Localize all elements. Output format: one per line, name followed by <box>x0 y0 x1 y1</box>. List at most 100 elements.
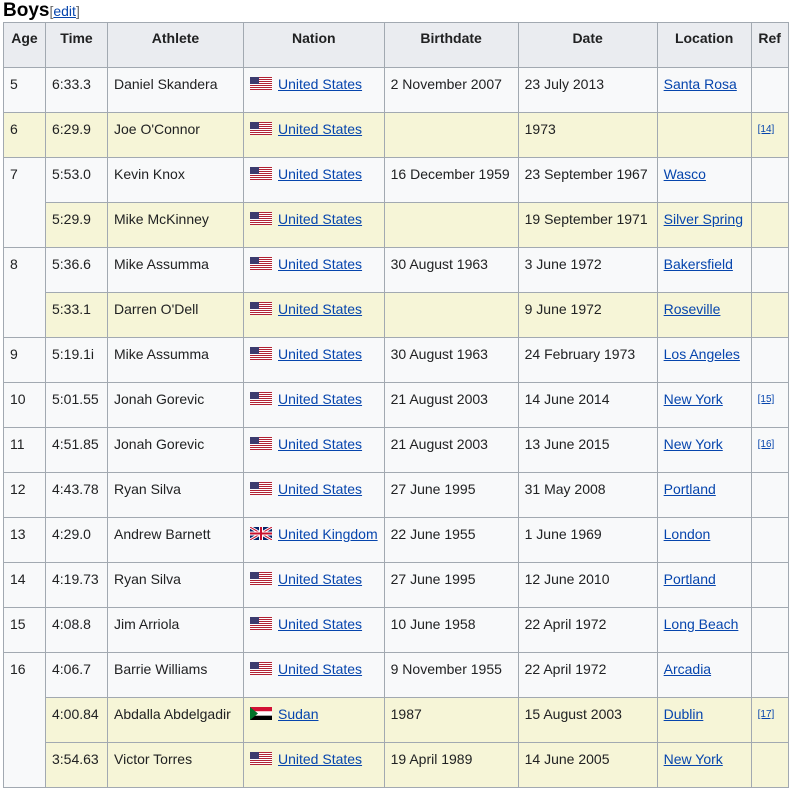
time-cell: 4:43.78 <box>45 472 108 518</box>
us-flag-icon <box>250 662 272 675</box>
ref-cell <box>750 202 789 248</box>
nation-cell: United States <box>243 382 385 428</box>
nation-link[interactable]: United States <box>278 481 362 497</box>
nation-cell: United States <box>243 607 385 653</box>
location-cell-link[interactable]: Portland <box>664 571 716 587</box>
nation-cell: United States <box>243 427 385 473</box>
nation-link[interactable]: United States <box>278 571 362 587</box>
date-cell: 15 August 2003 <box>517 697 658 743</box>
location-cell-link[interactable]: Wasco <box>664 166 706 182</box>
time-cell: 5:01.55 <box>45 382 108 428</box>
location-cell-link[interactable]: Silver Spring <box>664 211 743 227</box>
location-cell: Dublin <box>656 697 752 743</box>
table-row: 6 6:29.9 Joe O'Connor United States 1973 [14] <box>3 112 789 158</box>
us-flag-icon <box>250 617 272 630</box>
location-cell-link[interactable]: New York <box>664 436 723 452</box>
section-heading: Boys <box>3 0 50 21</box>
location-cell-link[interactable]: Roseville <box>664 301 721 317</box>
column-header-location: Location <box>656 22 752 68</box>
athlete-cell: Jonah Gorevic <box>107 427 244 473</box>
nation-link[interactable]: United States <box>278 751 362 767</box>
table-row: 4:00.84 Abdalla Abdelgadir Sudan 1987 15 Aug… <box>4 697 789 743</box>
column-header-athlete: Athlete <box>107 22 244 68</box>
citation-link[interactable]: [14] <box>758 124 775 135</box>
column-header-nation: Nation <box>243 22 385 68</box>
location-cell: London <box>656 517 752 563</box>
age-cell: 6 <box>3 112 46 158</box>
table-row: 14 4:19.73 Ryan Silva United States 27 June … <box>3 562 789 608</box>
edit-link[interactable]: edit <box>53 3 76 19</box>
date-cell: 14 June 2014 <box>517 382 658 428</box>
location-cell: Long Beach <box>656 607 752 653</box>
location-cell-link[interactable]: London <box>664 526 711 542</box>
location-cell-link[interactable]: Bakersfield <box>664 256 733 272</box>
citation-link[interactable]: [17] <box>758 709 775 720</box>
athlete-cell: Victor Torres <box>107 742 244 788</box>
location-cell-link[interactable]: New York <box>664 751 723 767</box>
location-cell-link[interactable]: Long Beach <box>664 616 739 632</box>
nation-link[interactable]: United States <box>278 301 362 317</box>
nation-cell: United Kingdom <box>243 517 385 563</box>
us-flag-icon <box>250 302 272 315</box>
date-cell: 22 April 1972 <box>517 607 658 653</box>
citation-link[interactable]: [15] <box>758 394 775 405</box>
athlete-cell: Jim Arriola <box>107 607 244 653</box>
ref-cell <box>750 472 789 518</box>
date-cell: 13 June 2015 <box>517 427 658 473</box>
location-cell-link[interactable]: Arcadia <box>664 661 711 677</box>
nation-link[interactable]: United States <box>278 346 362 362</box>
age-cell: 12 <box>3 472 46 518</box>
nation-link[interactable]: United Kingdom <box>278 526 378 542</box>
date-cell: 31 May 2008 <box>517 472 658 518</box>
table-row: 5:29.9 Mike McKinney United States 19 Septe… <box>4 202 789 248</box>
nation-link[interactable]: United States <box>278 661 362 677</box>
birthdate-cell: 1987 <box>383 697 519 743</box>
nation-link[interactable]: United States <box>278 256 362 272</box>
us-flag-icon <box>250 392 272 405</box>
nation-cell: United States <box>243 652 385 698</box>
date-cell: 14 June 2005 <box>517 742 658 788</box>
table-row: 16 4:06.7 Barrie Williams United States 9 No… <box>3 652 789 788</box>
nation-link[interactable]: United States <box>278 76 362 92</box>
table-row: 7 5:53.0 Kevin Knox United States 16 Decembe… <box>3 157 789 248</box>
athlete-cell: Mike McKinney <box>107 202 244 248</box>
ref-cell <box>750 292 789 338</box>
nation-link[interactable]: United States <box>278 121 362 137</box>
table-row: 3:54.63 Victor Torres United States 19 Apri… <box>4 742 789 788</box>
table-body: 5 6:33.3 Daniel Skandera United States 2 Nov… <box>3 67 789 788</box>
location-cell-link[interactable]: Dublin <box>664 706 704 722</box>
age-cell: 11 <box>3 427 46 473</box>
nation-link[interactable]: United States <box>278 616 362 632</box>
nation-link[interactable]: United States <box>278 166 362 182</box>
us-flag-icon <box>250 347 272 360</box>
nation-cell: United States <box>243 112 385 158</box>
location-cell-link[interactable]: Los Angeles <box>664 346 740 362</box>
nation-link[interactable]: United States <box>278 436 362 452</box>
location-cell-link[interactable]: Portland <box>664 481 716 497</box>
time-cell: 4:00.84 <box>45 697 108 743</box>
location-cell-link[interactable]: Santa Rosa <box>664 76 737 92</box>
time-cell: 4:06.7 <box>45 652 108 698</box>
location-cell <box>656 112 752 158</box>
date-cell: 3 June 1972 <box>517 247 658 293</box>
sudan-flag-icon <box>250 707 272 720</box>
birthdate-cell: 27 June 1995 <box>383 472 519 518</box>
table-header-row: Age Time Athlete Nation Birthdate Date Locatio… <box>3 22 789 68</box>
location-cell-link[interactable]: New York <box>664 391 723 407</box>
us-flag-icon <box>250 437 272 450</box>
citation-link[interactable]: [16] <box>758 439 775 450</box>
location-cell: Silver Spring <box>656 202 752 248</box>
time-cell: 5:33.1 <box>45 292 108 338</box>
birthdate-cell: 27 June 1995 <box>383 562 519 608</box>
nation-link[interactable]: Sudan <box>278 706 318 722</box>
nation-cell: United States <box>243 67 385 113</box>
age-cell: 7 <box>3 157 46 248</box>
nation-link[interactable]: United States <box>278 211 362 227</box>
age-cell: 8 <box>3 247 46 338</box>
location-cell: New York <box>656 382 752 428</box>
birthdate-cell: 16 December 1959 <box>383 157 519 203</box>
nation-link[interactable]: United States <box>278 391 362 407</box>
athlete-cell: Mike Assumma <box>107 337 244 383</box>
table-row: 15 4:08.8 Jim Arriola United States 10 June … <box>3 607 789 653</box>
ref-cell: [16] <box>750 427 789 473</box>
